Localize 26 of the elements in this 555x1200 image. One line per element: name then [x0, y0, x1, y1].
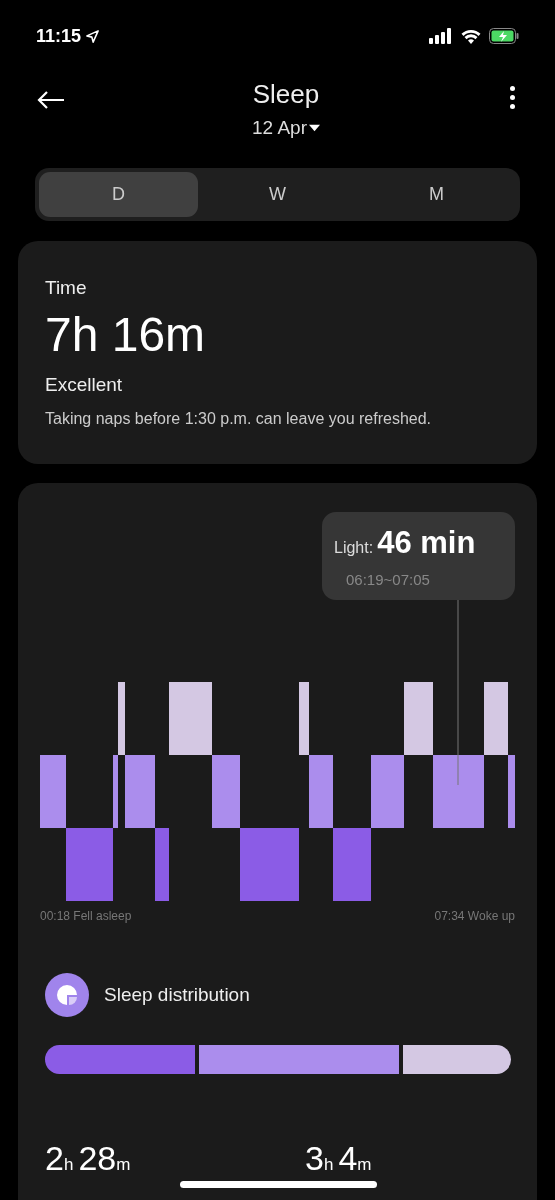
date-selector[interactable]: 12 Apr: [252, 114, 320, 143]
distribution-title: Sleep distribution: [104, 982, 250, 1007]
stage-duration: 3h 4m: [305, 1138, 373, 1179]
location-icon: [85, 28, 101, 44]
period-tab[interactable]: W: [198, 172, 357, 217]
period-tab[interactable]: D: [39, 172, 198, 217]
sleep-rating: Excellent: [45, 372, 124, 397]
tooltip-time-range: 06:19~07:05: [346, 569, 431, 590]
status-time: 11:15: [36, 24, 82, 48]
tooltip-duration: 46 min: [377, 524, 476, 562]
caret-icon: [308, 124, 320, 133]
period-tab[interactable]: M: [357, 172, 516, 217]
back-button[interactable]: [36, 90, 66, 110]
wake-up-label: 07:34 Woke up: [434, 908, 515, 925]
sleep-tip: Taking naps before 1:30 p.m. can leave you refreshed.: [45, 409, 432, 429]
pie-chart-icon: [45, 973, 89, 1017]
sleep-duration: 7h 16m: [45, 306, 207, 363]
summary-label: Time: [45, 276, 88, 300]
sleep-start-label: 00:18 Fell asleep: [40, 908, 132, 925]
back-arrow-icon: [36, 90, 66, 110]
tooltip-stage: Light:: [334, 538, 374, 558]
stage-duration: 2h 28m: [45, 1138, 132, 1179]
wifi-icon: [461, 28, 481, 44]
battery-icon: [489, 28, 519, 44]
signal-icon: [429, 28, 453, 44]
page-title: Sleep: [252, 78, 320, 110]
